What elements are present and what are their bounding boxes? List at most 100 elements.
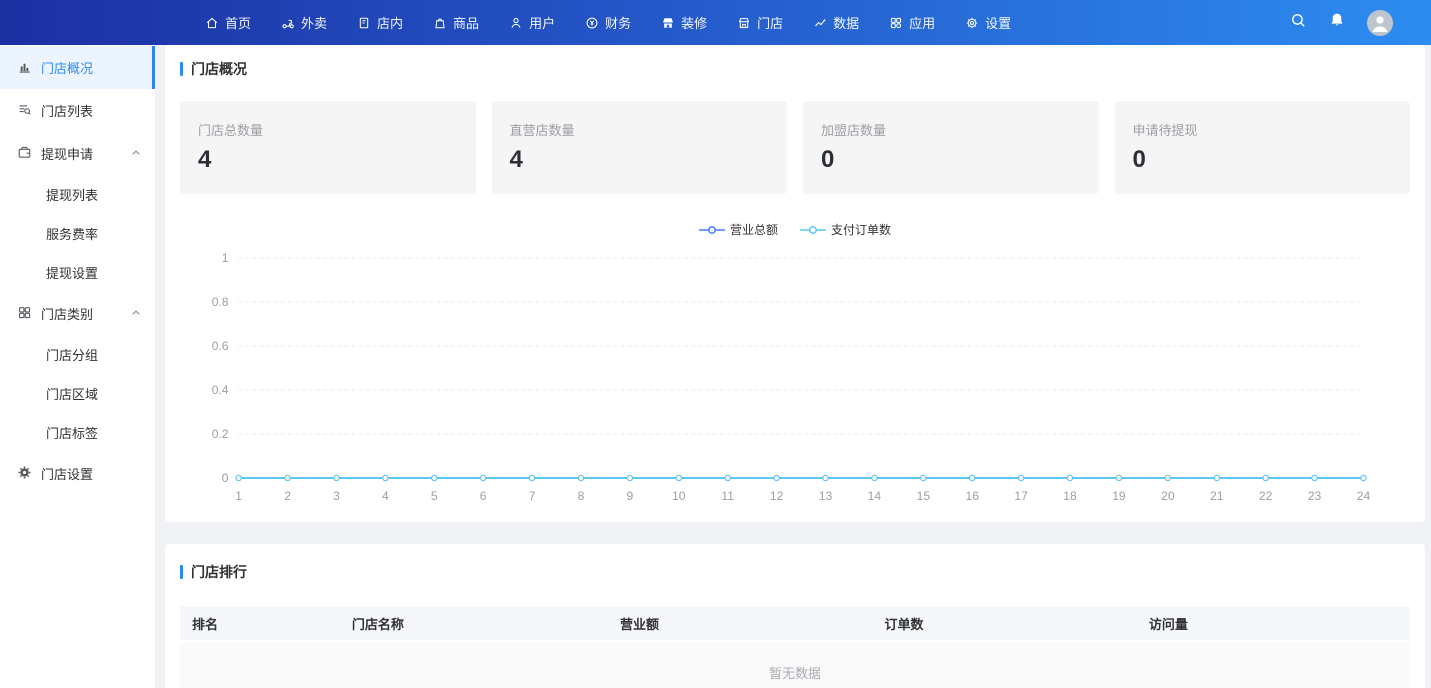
sidebar-item-store-group[interactable]: 门店分组 — [0, 335, 155, 374]
sidebar-item-store-overview[interactable]: 门店概况 — [0, 46, 155, 89]
svg-text:0.2: 0.2 — [212, 427, 229, 441]
svg-text:0.8: 0.8 — [212, 295, 229, 309]
stat-label: 加盟店数量 — [821, 120, 1081, 139]
nav-item-label: 财务 — [605, 13, 631, 32]
stat-value: 0 — [1133, 146, 1393, 174]
sidebar-item-store-tag[interactable]: 门店标签 — [0, 413, 155, 452]
section-title-bar — [180, 565, 183, 579]
section-title-overview: 门店概况 — [180, 59, 1410, 79]
sidebar-item-label: 门店类别 — [41, 304, 122, 323]
finance-icon — [585, 16, 599, 30]
svg-text:9: 9 — [627, 489, 634, 503]
chevron-up-icon — [131, 306, 141, 321]
svg-text:16: 16 — [965, 489, 979, 503]
decorate-icon — [661, 16, 675, 30]
svg-text:17: 17 — [1014, 489, 1028, 503]
top-navbar: 首页 外卖 店内 商品 用户 财务 装修 门店 — [0, 0, 1431, 45]
nav-item-home[interactable]: 首页 — [205, 13, 251, 32]
nav-item-user[interactable]: 用户 — [509, 13, 555, 32]
svg-text:3: 3 — [333, 489, 340, 503]
nav-item-label: 商品 — [453, 13, 479, 32]
svg-text:5: 5 — [431, 489, 438, 503]
sidebar-item-withdraw-settings[interactable]: 提现设置 — [0, 253, 155, 292]
sidebar-group-store-category[interactable]: 门店类别 — [0, 292, 155, 335]
sidebar-item-store-list[interactable]: 门店列表 — [0, 89, 155, 132]
legend-item-paid-orders[interactable]: 支付订单数 — [800, 221, 891, 238]
chevron-up-icon — [131, 146, 141, 161]
nav-item-decorate[interactable]: 装修 — [661, 13, 707, 32]
empty-state-text: 暂无数据 — [769, 663, 821, 682]
store-overview-card: 门店概况 门店总数量 4 直营店数量 4 加盟店数量 0 申请待提现 0 — [165, 45, 1425, 522]
nav-item-label: 门店 — [757, 13, 783, 32]
nav-right-tools — [1290, 10, 1431, 36]
stat-card-pending-withdraw: 申请待提现 0 — [1115, 101, 1411, 194]
sidebar-item-label: 门店概况 — [41, 58, 138, 77]
svg-text:13: 13 — [819, 489, 833, 503]
svg-text:7: 7 — [529, 489, 536, 503]
search-icon[interactable] — [1290, 12, 1307, 34]
stat-label: 直营店数量 — [510, 120, 770, 139]
svg-text:24: 24 — [1357, 489, 1371, 503]
bar-chart-icon — [17, 59, 32, 77]
nav-item-label: 用户 — [529, 13, 555, 32]
svg-text:20: 20 — [1161, 489, 1175, 503]
empty-state: 暂无数据 — [180, 642, 1410, 688]
chart-legend: 营业总额 支付订单数 — [180, 221, 1410, 238]
avatar[interactable] — [1367, 10, 1393, 36]
nav-item-label: 装修 — [681, 13, 707, 32]
sidebar-subitem-label: 提现列表 — [46, 185, 98, 204]
sidebar-item-withdraw-list[interactable]: 提现列表 — [0, 175, 155, 214]
column-header-orders: 订单数 — [872, 614, 1136, 633]
data-icon — [813, 16, 827, 30]
nav-item-finance[interactable]: 财务 — [585, 13, 631, 32]
svg-text:0.6: 0.6 — [212, 339, 229, 353]
nav-item-label: 数据 — [833, 13, 859, 32]
legend-marker — [800, 225, 826, 235]
stat-label: 门店总数量 — [198, 120, 458, 139]
gear-icon — [17, 465, 32, 483]
stat-card-direct-stores: 直营店数量 4 — [492, 101, 788, 194]
sidebar-item-label: 门店列表 — [41, 101, 141, 120]
nav-item-takeout[interactable]: 外卖 — [281, 13, 327, 32]
svg-text:12: 12 — [770, 489, 784, 503]
sidebar-item-store-region[interactable]: 门店区域 — [0, 374, 155, 413]
store-ranking-card: 门店排行 排名 门店名称 营业额 订单数 访问量 暂无数据 — [165, 544, 1425, 688]
svg-text:11: 11 — [721, 489, 734, 503]
wallet-icon — [17, 145, 32, 163]
settings-icon — [965, 16, 979, 30]
sidebar-item-service-rate[interactable]: 服务费率 — [0, 214, 155, 253]
svg-text:6: 6 — [480, 489, 487, 503]
svg-text:15: 15 — [917, 489, 931, 503]
svg-text:1: 1 — [235, 489, 242, 503]
nav-item-goods[interactable]: 商品 — [433, 13, 479, 32]
nav-item-store[interactable]: 门店 — [737, 13, 783, 32]
sidebar-item-label: 门店设置 — [41, 464, 141, 483]
stat-card-franchise-stores: 加盟店数量 0 — [803, 101, 1099, 194]
legend-item-revenue[interactable]: 营业总额 — [699, 221, 778, 238]
nav-item-apps[interactable]: 应用 — [889, 13, 935, 32]
nav-item-data[interactable]: 数据 — [813, 13, 859, 32]
nav-item-label: 外卖 — [301, 13, 327, 32]
svg-text:10: 10 — [672, 489, 686, 503]
sidebar-item-store-settings[interactable]: 门店设置 — [0, 452, 155, 495]
apps-icon — [889, 16, 903, 30]
line-chart: 00.20.40.60.8112345678910111213141516171… — [180, 246, 1410, 508]
table-header-row: 排名 门店名称 营业额 订单数 访问量 — [180, 606, 1410, 640]
legend-label: 支付订单数 — [831, 221, 891, 238]
nav-menu: 首页 外卖 店内 商品 用户 财务 装修 门店 — [205, 13, 1011, 32]
sidebar-item-label: 提现申请 — [41, 144, 122, 163]
instore-icon — [357, 16, 371, 30]
svg-text:22: 22 — [1259, 489, 1273, 503]
bell-icon[interactable] — [1329, 12, 1345, 33]
nav-item-instore[interactable]: 店内 — [357, 13, 403, 32]
user-icon — [509, 16, 523, 30]
svg-text:14: 14 — [868, 489, 882, 503]
sidebar: 门店概况 门店列表 提现申请 提现列表 服务费率 提现设置 门店类别 门店分组 … — [0, 45, 155, 688]
svg-text:1: 1 — [222, 251, 229, 265]
sidebar-subitem-label: 服务费率 — [46, 224, 98, 243]
nav-item-settings[interactable]: 设置 — [965, 13, 1011, 32]
legend-label: 营业总额 — [730, 221, 778, 238]
sidebar-group-withdraw-request[interactable]: 提现申请 — [0, 132, 155, 175]
stats-row: 门店总数量 4 直营店数量 4 加盟店数量 0 申请待提现 0 — [180, 101, 1410, 194]
sidebar-subitem-label: 提现设置 — [46, 263, 98, 282]
